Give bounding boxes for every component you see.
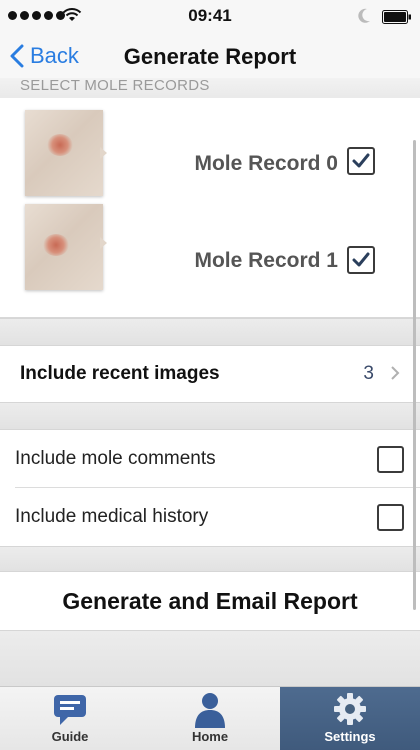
medical-history-label: Include medical history <box>15 506 209 527</box>
page-title: Generate Report <box>123 44 297 69</box>
mole-thumbnail[interactable] <box>25 110 103 196</box>
bottom-spacer <box>0 630 420 686</box>
tab-settings[interactable]: Settings <box>280 687 420 750</box>
tab-home[interactable]: Home <box>140 687 280 750</box>
tab-bar: Guide Home Settings <box>0 686 420 750</box>
moon-icon <box>358 8 370 23</box>
mole-record-checkbox[interactable] <box>347 147 375 175</box>
include-medical-history-row[interactable]: Include medical history <box>0 488 420 546</box>
recent-images-count: 3 <box>363 363 374 384</box>
include-mole-comments-row[interactable]: Include mole comments <box>0 430 420 488</box>
scrollbar[interactable] <box>413 140 416 610</box>
gear-icon <box>334 693 366 725</box>
generate-email-report-button[interactable]: Generate and Email Report <box>0 572 420 630</box>
mole-thumbnail[interactable] <box>25 204 103 290</box>
tab-label: Guide <box>51 729 89 744</box>
section-spacer <box>0 402 420 430</box>
include-recent-images-row[interactable]: Include recent images 3 <box>0 346 420 402</box>
mole-record-checkbox[interactable] <box>347 246 375 274</box>
section-spacer <box>0 318 420 346</box>
mole-records-group: Mole Record 0 Mole Record 1 <box>0 98 420 318</box>
mole-record-row[interactable]: Mole Record 1 <box>0 204 420 304</box>
tab-label: Home <box>191 729 229 744</box>
thumbnail-pointer <box>100 237 107 249</box>
mole-comments-checkbox[interactable] <box>377 446 404 473</box>
tab-label: Settings <box>324 729 376 744</box>
mole-record-row[interactable]: Mole Record 0 <box>0 102 420 202</box>
home-person-icon <box>195 693 225 728</box>
recent-images-label: Include recent images <box>20 363 220 384</box>
report-options-list[interactable]: SELECT MOLE RECORDS Mole Record 0 Mole R… <box>0 78 420 686</box>
tab-guide[interactable]: Guide <box>0 687 140 750</box>
section-spacer <box>0 546 420 572</box>
medical-history-checkbox[interactable] <box>377 504 404 531</box>
mole-comments-label: Include mole comments <box>15 448 216 469</box>
checkmark-icon <box>352 252 370 267</box>
battery-icon <box>382 10 411 24</box>
checkmark-icon <box>352 153 370 168</box>
mole-record-label: Mole Record 1 <box>194 249 338 272</box>
chevron-right-icon <box>391 366 400 380</box>
status-bar: 09:41 <box>0 0 420 34</box>
guide-icon <box>54 695 86 725</box>
mole-record-label: Mole Record 0 <box>194 152 338 175</box>
thumbnail-pointer <box>100 147 107 159</box>
navigation-bar: Back Generate Report <box>0 34 420 78</box>
